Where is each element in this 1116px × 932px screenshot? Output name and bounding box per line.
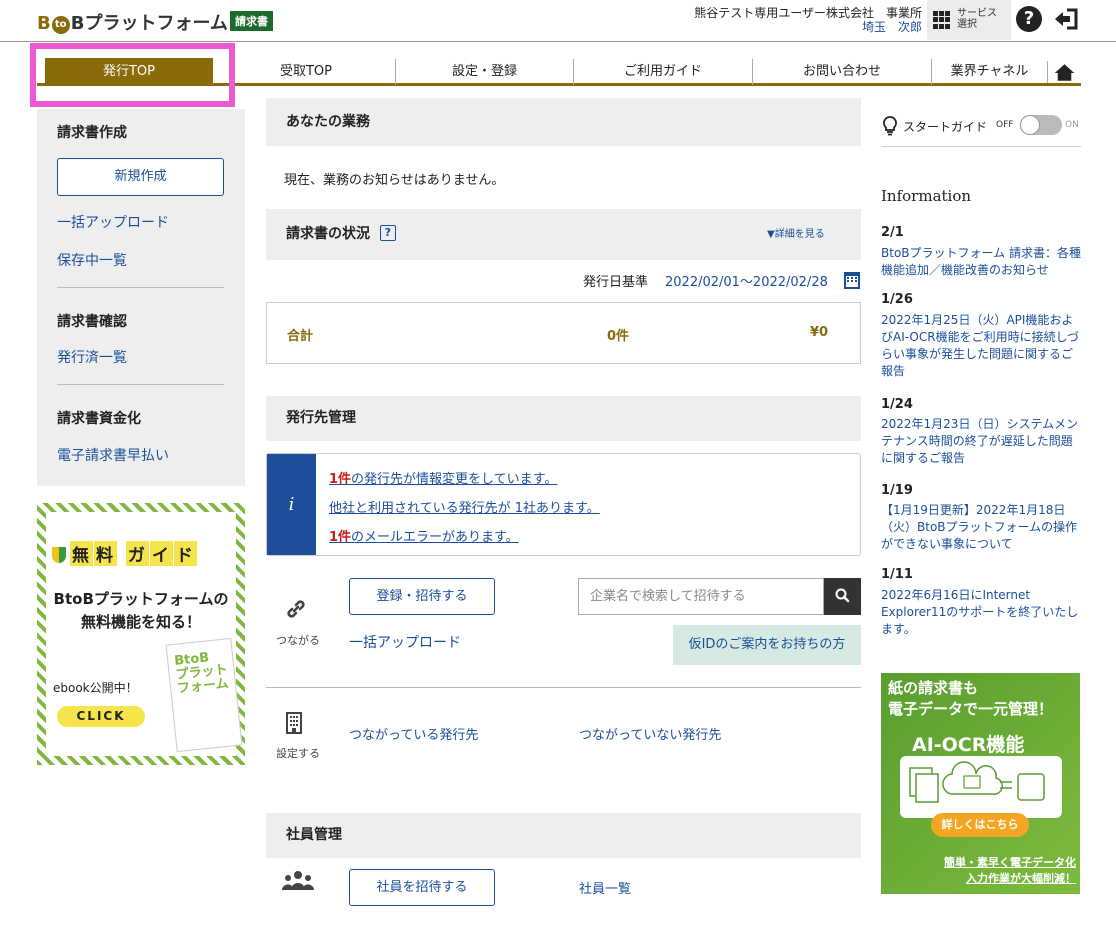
work-message: 現在、業務のお知らせはありません。 <box>284 173 505 188</box>
sidebar-heading-confirm: 請求書確認 <box>57 314 127 330</box>
sidebar-item-early-payment[interactable]: 電子請求書早払い <box>57 445 169 465</box>
section-destination: 発行先管理 <box>266 396 861 441</box>
calendar-icon[interactable] <box>844 272 860 289</box>
new-invoice-button[interactable]: 新規作成 <box>57 158 224 196</box>
home-icon[interactable] <box>1047 61 1081 83</box>
tab-settings[interactable]: 設定・登録 <box>395 59 573 85</box>
divider <box>266 687 861 688</box>
settings-label: 設定する <box>276 747 320 760</box>
ad-headline: AI-OCR機能 <box>912 734 1025 756</box>
ad-cta-button[interactable]: 詳しくはこちら <box>931 813 1029 837</box>
highlight-box <box>30 43 235 107</box>
news-item[interactable]: BtoBプラットフォーム 請求書：各種機能追加／機能改善のお知らせ <box>881 245 1081 279</box>
search-button[interactable] <box>824 578 861 615</box>
promo-title: 無料 ガイド <box>52 541 198 566</box>
detail-link[interactable]: ▼詳細を見る <box>767 225 825 240</box>
news-item[interactable]: 2022年1月23日（日）システムメンテナンス時間の終了が遅延した問題に関するご… <box>881 416 1081 467</box>
beginner-mark-icon <box>52 547 66 563</box>
toggle-on-label: ON <box>1065 120 1079 130</box>
staff-list-link[interactable]: 社員一覧 <box>579 878 631 897</box>
help-icon[interactable]: ? <box>379 225 396 241</box>
promo-click-button[interactable]: CLICK <box>57 706 145 727</box>
link-icon <box>287 600 305 618</box>
product-badge: 請求書 <box>230 11 273 31</box>
notice-shared-destination[interactable]: 他社と利用されている発行先が 1社あります。 <box>329 497 600 516</box>
date-basis-label: 発行日基準 <box>583 275 649 290</box>
ebook-cover-image: BtoB プラットフォーム <box>165 637 243 753</box>
news-item[interactable]: 2022年1月25日（火）API機能およびAI-OCR機能をご利用時に接続しづら… <box>881 312 1081 380</box>
sidebar-heading-financing: 請求書資金化 <box>57 411 141 427</box>
section-your-work: あなたの業務 <box>266 98 861 146</box>
company-name: 熊谷テスト専用ユーザー株式会社 事業所 <box>694 6 922 20</box>
unconnected-destinations-link[interactable]: つながっていない発行先 <box>579 724 721 743</box>
invite-staff-button[interactable]: 社員を招待する <box>349 869 495 906</box>
toggle-off-label: OFF <box>996 120 1014 130</box>
start-guide-toggle-row: スタートガイド OFF ON <box>881 109 1081 147</box>
total-label: 合計 <box>287 329 314 344</box>
date-range[interactable]: 2022/02/01〜2022/02/28 <box>665 271 828 290</box>
sidebar-heading-create: 請求書作成 <box>57 125 127 141</box>
tab-contact[interactable]: お問い合わせ <box>752 59 931 85</box>
tab-receive-top[interactable]: 受取TOP <box>217 59 395 85</box>
account-info: 熊谷テスト専用ユーザー株式会社 事業所 埼玉 次郎 <box>640 6 922 34</box>
news-date: 1/26 <box>881 292 913 307</box>
service-select-button[interactable]: サービス 選択 <box>927 0 1011 40</box>
service-label: サービス <box>957 8 997 19</box>
temp-id-button[interactable]: 仮IDのご案内をお持ちの方 <box>673 625 861 665</box>
logout-icon[interactable] <box>1052 5 1080 33</box>
free-guide-banner[interactable]: 無料 ガイド BtoBプラットフォームの 無料機能を知る！ ebook公開中！ C… <box>37 503 245 765</box>
tab-guide[interactable]: ご利用ガイド <box>573 59 752 85</box>
ad-footer-text: 簡単・素早く電子データ化 入力作業が大幅削減！ <box>944 856 1076 885</box>
news-date: 1/24 <box>881 397 913 412</box>
news-date: 2/1 <box>881 225 904 240</box>
info-icon: i <box>267 454 316 555</box>
invoice-status-title: 請求書の状況 <box>286 226 370 242</box>
notice-mail-error[interactable]: 1件のメールエラーがあります。 <box>329 526 519 545</box>
ad-illustration <box>900 756 1062 818</box>
connect-label: つながる <box>276 634 320 647</box>
news-item[interactable]: 【1月19日更新】2022年1月18日（火）BtoBプラットフォームの操作ができ… <box>881 502 1081 553</box>
sidebar-item-bulk-upload[interactable]: 一括アップロード <box>57 212 169 232</box>
section-staff: 社員管理 <box>266 813 861 858</box>
total-amount: ¥0 <box>810 325 829 340</box>
user-name[interactable]: 埼玉 次郎 <box>640 20 922 34</box>
start-guide-label: スタートガイド <box>903 120 988 134</box>
company-search-input[interactable] <box>578 578 824 615</box>
ai-ocr-banner[interactable]: 紙の請求書も 電子データで一元管理！ AI-OCR機能 詳しくはこちら 簡単・素早… <box>881 673 1080 894</box>
search-icon <box>835 588 850 603</box>
promo-ebook-text: ebook公開中！ <box>53 681 138 695</box>
total-count: 0件 <box>607 329 630 344</box>
notice-info-change[interactable]: 1件の発行先が情報変更をしています。 <box>329 468 557 487</box>
bulk-upload-link[interactable]: 一括アップロード <box>349 632 461 652</box>
app-header: Bto Bプラットフォーム 請求書 熊谷テスト専用ユーザー株式会社 事業所 埼玉 … <box>0 0 1116 42</box>
lightbulb-icon <box>883 116 897 136</box>
information-title: Information <box>881 187 972 205</box>
tab-industry-channel[interactable]: 業界チャネル <box>931 59 1047 85</box>
ad-text: 紙の請求書も 電子データで一元管理！ <box>888 679 1054 718</box>
sidebar-item-saved-list[interactable]: 保存中一覧 <box>57 250 127 270</box>
news-item[interactable]: 2022年6月16日にInternet Explorer11のサポートを終了いた… <box>881 587 1081 638</box>
start-guide-toggle[interactable] <box>1020 115 1062 135</box>
divider <box>57 384 224 385</box>
sidebar: 請求書作成 新規作成 一括アップロード 保存中一覧 請求書確認 発行済一覧 請求… <box>37 109 245 486</box>
register-invite-button[interactable]: 登録・招待する <box>349 578 495 615</box>
question-circle-icon[interactable]: ? <box>1016 6 1042 32</box>
service-label-2: 選択 <box>957 19 977 30</box>
sidebar-item-issued-list[interactable]: 発行済一覧 <box>57 347 127 367</box>
promo-subtitle: BtoBプラットフォームの 無料機能を知る！ <box>53 590 229 631</box>
users-icon <box>282 871 314 890</box>
notice-box: i 1件の発行先が情報変更をしています。 他社と利用されている発行先が 1社あり… <box>266 453 861 556</box>
news-date: 1/19 <box>881 483 913 498</box>
app-logo[interactable]: Bto Bプラットフォーム <box>37 9 228 35</box>
invoice-summary-box: 合計 0件 ¥0 <box>266 302 861 364</box>
building-icon <box>286 712 302 734</box>
connected-destinations-link[interactable]: つながっている発行先 <box>349 724 478 743</box>
grid-icon <box>933 11 951 29</box>
news-date: 1/11 <box>881 567 913 582</box>
divider <box>57 287 224 288</box>
